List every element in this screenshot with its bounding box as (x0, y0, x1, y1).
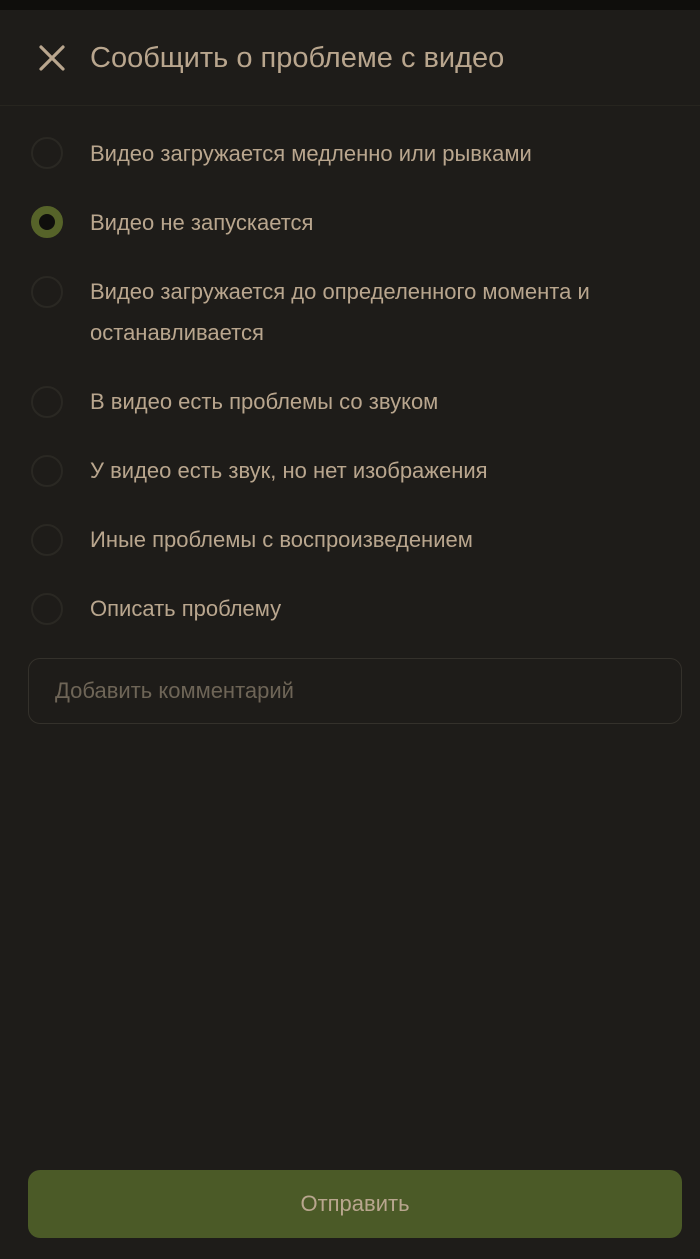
option-label: Видео не запускается (90, 210, 314, 235)
option-label: Описать проблему (90, 596, 282, 621)
radio-button[interactable] (31, 524, 63, 556)
page-title: Сообщить о проблеме с видео (90, 42, 505, 74)
radio-button[interactable] (31, 455, 63, 487)
report-video-problem-page: Сообщить о проблеме с видео Видео загруж… (0, 0, 700, 1259)
radio-button[interactable] (31, 276, 63, 308)
status-bar (0, 0, 700, 10)
submit-button[interactable]: Отправить (28, 1170, 682, 1238)
option-label: Видео загружается медленно или рывками (90, 141, 532, 166)
close-button[interactable] (30, 38, 72, 80)
radio-button[interactable] (31, 386, 63, 418)
close-icon (39, 45, 65, 71)
header: Сообщить о проблеме с видео (0, 10, 700, 106)
comment-field[interactable] (28, 658, 682, 724)
option-label: Иные проблемы с воспроизведением (90, 527, 473, 552)
option-label: У видео есть звук, но нет изображения (90, 458, 488, 483)
comment-input[interactable] (29, 659, 681, 723)
option-label: Видео загружается до определенного момен… (90, 279, 590, 345)
radio-button[interactable] (31, 593, 63, 625)
radio-button-selected[interactable] (31, 206, 63, 238)
option-label: В видео есть проблемы со звуком (90, 389, 439, 414)
radio-button[interactable] (31, 137, 63, 169)
